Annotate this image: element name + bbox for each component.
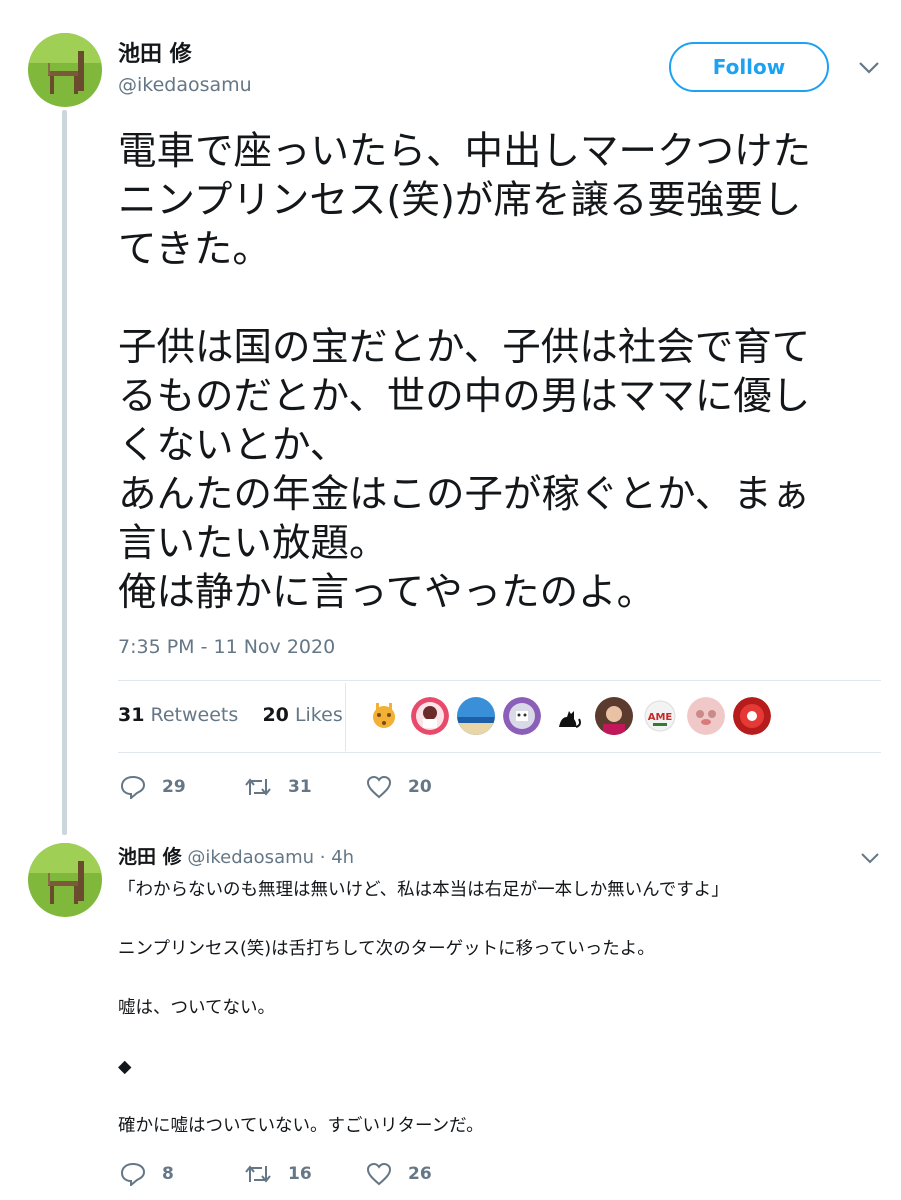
like-count: 20 [262,704,289,726]
engagement-stats: 31 Retweets 20 Likes [118,704,343,726]
reply-retweet-action[interactable]: 16 [244,1162,312,1186]
reply-header: 池田 修 @ikedaosamu · 4h [118,842,354,869]
liker-avatars: AME [365,697,771,735]
retweet-count: 31 [288,777,312,797]
heart-icon [366,1162,392,1186]
likes-stat[interactable]: 20 Likes [262,704,342,726]
stats-divider [345,683,346,751]
author-handle[interactable]: @ikedaosamu [118,74,252,96]
reply-retweet-count: 16 [288,1164,312,1184]
likes-label: Likes [294,704,343,726]
like-action[interactable]: 20 [366,775,432,799]
reply-icon [120,775,146,799]
author-name[interactable]: 池田 修 [118,36,192,68]
author-avatar[interactable] [28,33,102,107]
thread-line [62,110,67,835]
follow-button[interactable]: Follow [669,42,829,92]
svg-text:AME: AME [648,712,673,723]
liker-avatar-red[interactable] [733,697,771,735]
tweet-text: 電車で座っいたら、中出しマークつけた ニンプリンセス(笑)が席を譲る要強要し て… [118,129,812,615]
liker-avatar-ocean[interactable] [457,697,495,735]
retweets-stat[interactable]: 31 Retweets [118,704,238,726]
reply-chevron-down-icon[interactable] [860,850,880,869]
reply-like-action[interactable]: 26 [366,1162,432,1186]
reply-count: 29 [162,777,186,797]
like-count-action: 20 [408,777,432,797]
reply-reply-action[interactable]: 8 [120,1162,174,1186]
reply-text: 「わからないのも無理は無いけど、私は本当は右足が一本しか無いんですよ」 ニンプリ… [118,880,729,1136]
retweet-icon [245,778,271,796]
chevron-down-icon[interactable] [858,60,880,79]
liker-avatar-pink[interactable] [687,697,725,735]
heart-icon [366,775,392,799]
divider [118,680,881,681]
reply-action[interactable]: 29 [120,775,186,799]
retweet-action[interactable]: 31 [244,775,312,799]
retweet-icon [245,1165,271,1183]
liker-avatar-ame[interactable]: AME [641,697,679,735]
liker-avatar-robot[interactable] [503,697,541,735]
liker-avatar-woman[interactable] [595,697,633,735]
retweet-count: 31 [118,704,145,726]
reply-author-handle[interactable]: @ikedaosamu [187,847,314,868]
liker-avatar-giraffe[interactable] [365,697,403,735]
tweet-timestamp[interactable]: 7:35 PM - 11 Nov 2020 [118,636,335,658]
reply-reply-count: 8 [162,1164,174,1184]
divider [118,752,881,753]
reply-time[interactable]: · 4h [320,847,354,868]
reply-icon [120,1162,146,1186]
liker-avatar-anime[interactable] [411,697,449,735]
reply-author-name[interactable]: 池田 修 [118,846,182,868]
liker-avatar-black-cat[interactable] [549,697,587,735]
reply-like-count: 26 [408,1164,432,1184]
retweets-label: Retweets [150,704,239,726]
reply-author-avatar[interactable] [28,843,102,917]
